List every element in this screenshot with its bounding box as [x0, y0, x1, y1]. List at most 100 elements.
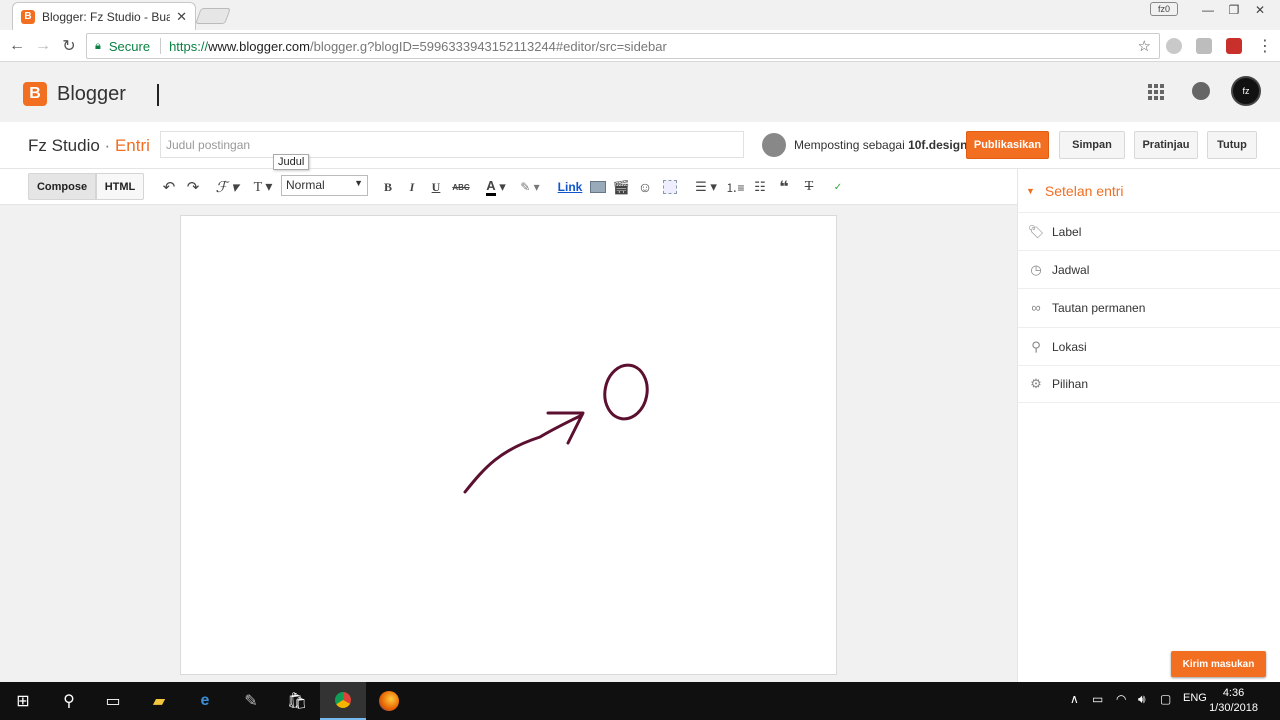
sidebar-item-permalink[interactable]: ∞ Tautan permanen: [1018, 288, 1280, 326]
blog-name[interactable]: Fz Studio: [28, 136, 100, 155]
reload-icon[interactable]: ↻: [58, 35, 80, 57]
post-body-editor[interactable]: [180, 215, 837, 675]
apps-grid-icon[interactable]: [1148, 84, 1164, 100]
clock-date: 1/30/2018: [1209, 702, 1258, 714]
app-icon[interactable]: ✎: [228, 682, 274, 720]
search-icon[interactable]: ⚲: [46, 682, 92, 720]
posting-as-prefix: Memposting sebagai: [794, 138, 905, 152]
numbered-list-icon[interactable]: ⒈≡: [726, 177, 745, 197]
section-name: Entri: [114, 136, 150, 155]
minimize-icon[interactable]: —: [1196, 0, 1220, 20]
font-icon[interactable]: ℱ ▾: [213, 177, 241, 197]
italic-icon[interactable]: I: [404, 177, 420, 197]
image-icon[interactable]: [589, 177, 607, 197]
jump-break-icon[interactable]: [661, 177, 679, 197]
firefox-icon[interactable]: [366, 682, 412, 720]
secure-label: Secure: [108, 38, 151, 54]
clear-format-icon[interactable]: T: [800, 177, 818, 197]
close-button[interactable]: Tutup: [1207, 131, 1257, 159]
bold-icon[interactable]: B: [380, 177, 396, 197]
underline-icon[interactable]: U: [428, 177, 444, 197]
address-bar[interactable]: 🔒︎ Secure https:// www.blogger.com /blog…: [86, 33, 1160, 59]
chrome-menu-icon[interactable]: ⋮: [1254, 35, 1276, 57]
sidebar-item-text: Label: [1052, 224, 1082, 239]
undo-icon[interactable]: ↶: [160, 177, 178, 197]
preview-button[interactable]: Pratinjau: [1134, 131, 1198, 159]
spellcheck-icon[interactable]: ✓: [829, 177, 847, 197]
video-icon[interactable]: 🎬︎: [612, 177, 630, 197]
send-feedback-button[interactable]: Kirim masukan: [1171, 651, 1266, 677]
format-select[interactable]: Normal ▼: [281, 175, 368, 196]
link-label: Link: [557, 180, 583, 194]
blogger-favicon-icon: B: [21, 9, 35, 24]
highlight-icon[interactable]: ✎ ▾: [516, 177, 544, 197]
bookmark-star-icon[interactable]: ☆: [1138, 37, 1151, 55]
notification-center-icon[interactable]: ▢: [1160, 692, 1171, 706]
new-tab-button[interactable]: [195, 8, 231, 24]
compose-mode-button[interactable]: Compose: [28, 173, 96, 200]
clock-icon: ◷: [1030, 261, 1042, 277]
publish-button[interactable]: Publikasikan: [966, 131, 1049, 159]
sidebar-item-label[interactable]: 🏷︎ Label: [1018, 212, 1280, 250]
emoji-icon[interactable]: ☺: [637, 177, 653, 197]
strikethrough-icon[interactable]: ABC: [451, 177, 471, 197]
edge-browser-icon[interactable]: e: [182, 682, 228, 720]
redo-icon[interactable]: ↷: [184, 177, 202, 197]
post-settings-title: Setelan entri: [1044, 183, 1124, 199]
windows-taskbar: ⊞ ⚲ ▭ ▰ e ✎ 🛍︎ ∧ ▭ ◠ 🔊︎ ▢ ENG 4:36 1/30/…: [0, 682, 1280, 720]
window-close-icon[interactable]: ✕: [1248, 0, 1272, 20]
blogger-logo-icon[interactable]: B: [23, 82, 47, 106]
save-button[interactable]: Simpan: [1059, 131, 1125, 159]
app-name[interactable]: Blogger: [57, 83, 126, 106]
battery-icon[interactable]: ▭: [1092, 692, 1103, 706]
align-icon[interactable]: ☰ ▾: [692, 177, 720, 197]
windows-start-icon[interactable]: ⊞: [0, 682, 46, 720]
tab-title: Blogger: Fz Studio - Buat: [42, 9, 171, 24]
maximize-icon[interactable]: ❐: [1222, 0, 1246, 20]
sidebar-item-options[interactable]: ⚙ Pilihan: [1018, 365, 1280, 403]
clock-time: 4:36: [1222, 687, 1245, 699]
tag-icon: 🏷︎: [1027, 223, 1045, 239]
posting-as-text: Memposting sebagai 10f.design: [794, 138, 967, 152]
show-hidden-icons-icon[interactable]: ∧: [1070, 692, 1079, 706]
input-language[interactable]: ENG: [1183, 692, 1207, 704]
breadcrumb: Fz Studio · Entri: [28, 136, 150, 156]
file-explorer-icon[interactable]: ▰: [136, 682, 182, 720]
sidebar-item-text: Jadwal: [1052, 262, 1090, 277]
browser-tab[interactable]: B Blogger: Fz Studio - Buat ✕: [12, 2, 196, 30]
sidebar-item-schedule[interactable]: ◷ Jadwal: [1018, 250, 1280, 288]
sidebar-item-text: Lokasi: [1052, 339, 1087, 354]
editor-toolbar: Compose HTML ↶ ↷ ℱ ▾ T ▾ Normal ▼ B I U …: [0, 169, 1017, 205]
author-avatar: [762, 133, 786, 157]
address-divider: [160, 38, 162, 54]
system-clock[interactable]: 4:36 1/30/2018: [1209, 686, 1258, 716]
shield-extension-icon[interactable]: [1226, 38, 1242, 54]
bullet-list-icon[interactable]: ☷: [751, 177, 769, 197]
task-view-icon[interactable]: ▭: [90, 682, 136, 720]
wifi-icon[interactable]: ◠: [1116, 692, 1126, 706]
breadcrumb-separator: ·: [104, 136, 111, 155]
quote-icon[interactable]: ❝: [776, 177, 792, 197]
forward-icon[interactable]: →: [32, 35, 54, 57]
extension-icon[interactable]: [1166, 38, 1182, 54]
profile-badge[interactable]: fz0: [1150, 2, 1178, 16]
close-tab-icon[interactable]: ✕: [176, 9, 187, 25]
store-icon[interactable]: 🛍︎: [274, 682, 320, 720]
account-avatar[interactable]: fz: [1231, 76, 1261, 106]
chrome-icon[interactable]: [320, 682, 366, 720]
editor-area: [0, 205, 1017, 682]
sidebar-item-location[interactable]: ⚲ Lokasi: [1018, 327, 1280, 365]
font-size-icon[interactable]: T ▾: [249, 177, 277, 197]
link-button[interactable]: Link: [557, 177, 583, 197]
post-title-input[interactable]: [160, 131, 744, 158]
back-icon[interactable]: ←: [6, 35, 28, 57]
url-path: /blogger.g?blogID=5996333943152113244#ed…: [309, 38, 667, 54]
extension-icon[interactable]: [1196, 38, 1212, 54]
browser-title-bar: B Blogger: Fz Studio - Buat ✕ fz0 — ❐ ✕: [0, 0, 1280, 30]
notifications-bell-icon[interactable]: [1192, 82, 1210, 100]
text-color-icon[interactable]: A ▾: [482, 177, 510, 197]
post-settings-heading[interactable]: ▼ Setelan entri: [1026, 183, 1124, 199]
blogger-header: B Blogger fz: [0, 62, 1280, 122]
volume-icon[interactable]: 🔊︎: [1138, 692, 1146, 707]
html-mode-button[interactable]: HTML: [96, 173, 144, 200]
